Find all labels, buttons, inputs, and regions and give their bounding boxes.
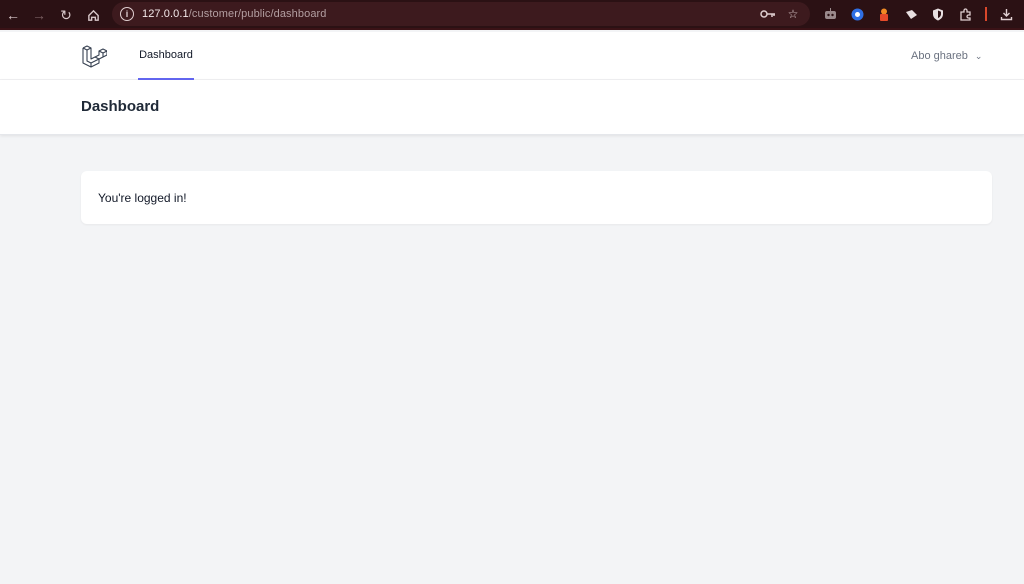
home-icon[interactable]	[80, 2, 106, 28]
shield-extension-icon[interactable]	[930, 6, 946, 22]
tag-extension-icon[interactable]	[903, 6, 919, 22]
forward-icon[interactable]: →	[26, 2, 52, 28]
url-text[interactable]: 127.0.0.1/customer/public/dashboard	[142, 8, 327, 20]
robot-extension-icon[interactable]	[822, 6, 838, 22]
url-path: /customer/public/dashboard	[188, 8, 327, 20]
back-icon[interactable]: ←	[0, 2, 26, 28]
orange-extension-icon[interactable]	[876, 6, 892, 22]
site-info-icon[interactable]: i	[120, 7, 134, 21]
downloads-icon[interactable]	[998, 6, 1014, 22]
password-key-icon[interactable]	[760, 6, 776, 22]
app-navigation: Dashboard Abo ghareb ⌄	[0, 32, 1024, 80]
user-menu-dropdown[interactable]: Abo ghareb ⌄	[911, 48, 982, 64]
puzzle-extensions-icon[interactable]	[957, 6, 973, 22]
page-header: Dashboard	[0, 80, 1024, 135]
nav-link-dashboard[interactable]: Dashboard	[138, 32, 194, 80]
chevron-down-icon: ⌄	[974, 50, 983, 61]
browser-toolbar: ← → ↻ i 127.0.0.1/customer/public/dashbo…	[0, 0, 1024, 30]
page-title: Dashboard	[81, 98, 160, 115]
url-host: 127.0.0.1	[142, 8, 189, 20]
user-name: Abo ghareb	[911, 50, 968, 62]
blue-gear-extension-icon[interactable]	[849, 6, 865, 22]
reload-icon[interactable]: ↻	[53, 2, 79, 28]
address-bar[interactable]: i 127.0.0.1/customer/public/dashboard ☆	[112, 2, 810, 26]
logged-in-message: You're logged in!	[98, 191, 187, 205]
bookmark-star-icon[interactable]: ☆	[785, 6, 801, 22]
toolbar-separator	[985, 7, 987, 21]
content-card: You're logged in!	[81, 171, 992, 224]
laravel-logo-icon[interactable]	[81, 43, 108, 69]
